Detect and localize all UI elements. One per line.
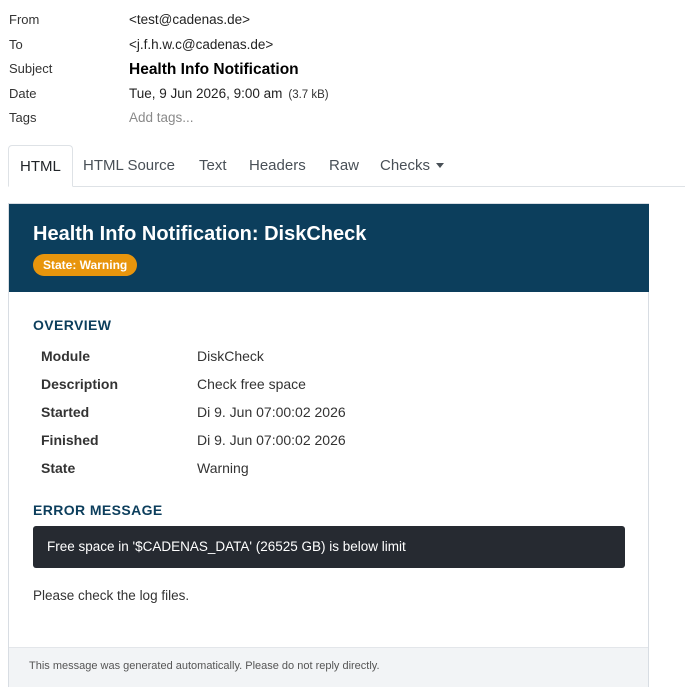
state-key: State <box>41 460 76 476</box>
date-text: Tue, 9 Jun 2026, 9:00 am <box>129 86 283 101</box>
module-value: DiskCheck <box>197 348 264 364</box>
tab-checks[interactable]: Checks <box>369 145 455 186</box>
email-body: Health Info Notification: DiskCheck Stat… <box>8 203 649 687</box>
to-label: To <box>9 37 23 52</box>
log-files-note: Please check the log files. <box>33 588 190 603</box>
error-heading: ERROR MESSAGE <box>33 502 163 518</box>
module-key: Module <box>41 348 90 364</box>
add-tags-input[interactable]: Add tags... <box>129 110 194 125</box>
subject-label: Subject <box>9 61 53 76</box>
state-badge: State: Warning <box>33 254 138 276</box>
from-value[interactable]: <test@cadenas.de> <box>129 12 250 27</box>
message-size: (3.7 kB) <box>288 89 329 101</box>
started-value: Di 9. Jun 07:00:02 2026 <box>197 404 346 420</box>
tab-checks-label: Checks <box>380 157 431 174</box>
tab-html-source[interactable]: HTML Source <box>72 145 186 186</box>
tab-text[interactable]: Text <box>188 145 238 186</box>
description-key: Description <box>41 376 119 392</box>
finished-key: Finished <box>41 432 99 448</box>
started-key: Started <box>41 404 90 420</box>
footer-text: This message was generated automatically… <box>29 660 380 672</box>
tab-html[interactable]: HTML <box>8 145 73 187</box>
date-label: Date <box>9 86 37 101</box>
view-tabs: HTML HTML Source Text Headers Raw Checks <box>8 145 685 187</box>
chevron-down-icon <box>436 162 445 168</box>
subject-value: Health Info Notification <box>129 61 299 78</box>
to-value[interactable]: <j.f.h.w.c@cadenas.de> <box>129 37 273 52</box>
tab-raw[interactable]: Raw <box>318 145 370 186</box>
description-value: Check free space <box>197 376 306 392</box>
tab-headers[interactable]: Headers <box>238 145 317 186</box>
finished-value: Di 9. Jun 07:00:02 2026 <box>197 432 346 448</box>
date-value: Tue, 9 Jun 2026, 9:00 am (3.7 kB) <box>129 86 329 101</box>
notification-banner: Health Info Notification: DiskCheck Stat… <box>9 204 649 292</box>
email-footer: This message was generated automatically… <box>9 647 648 687</box>
notification-title: Health Info Notification: DiskCheck <box>33 223 367 245</box>
error-message-box: Free space in '$CADENAS_DATA' (26525 GB)… <box>33 526 625 568</box>
state-value: Warning <box>197 460 249 476</box>
tags-label: Tags <box>9 110 37 125</box>
overview-heading: OVERVIEW <box>33 317 112 333</box>
from-label: From <box>9 12 40 27</box>
